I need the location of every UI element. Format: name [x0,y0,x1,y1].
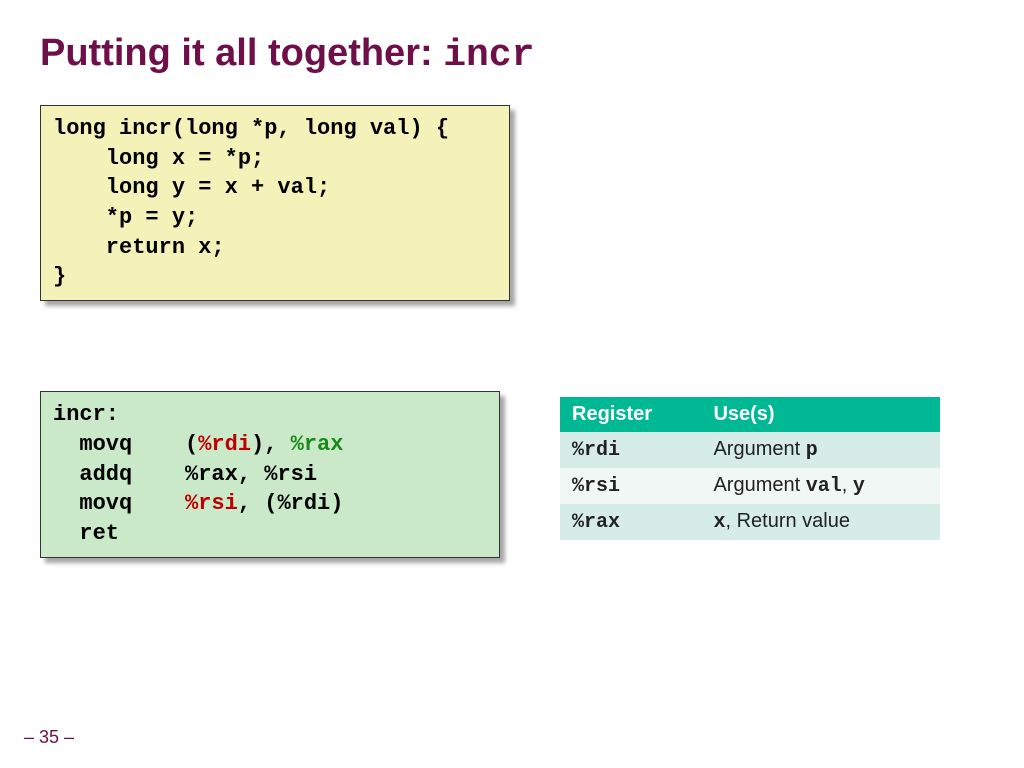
table-row: %rsi Argument val, y [560,468,940,504]
th-register: Register [560,397,701,432]
title-mono: incr [443,34,534,77]
page-number: – 35 – [24,727,74,748]
table-row: %rax x, Return value [560,504,940,540]
slide-title: Putting it all together: incr [40,32,984,77]
c-code-block: long incr(long *p, long val) { long x = … [40,105,510,301]
asm-row: incr: movq (%rdi), %rax addq %rax, %rsi … [40,391,984,557]
th-uses: Use(s) [701,397,940,432]
register-table: Register Use(s) %rdi Argument p %rsi Arg… [560,397,940,540]
table-row: %rdi Argument p [560,432,940,468]
asm-code-block: incr: movq (%rdi), %rax addq %rax, %rsi … [40,391,500,557]
title-text: Putting it all together: [40,32,443,74]
